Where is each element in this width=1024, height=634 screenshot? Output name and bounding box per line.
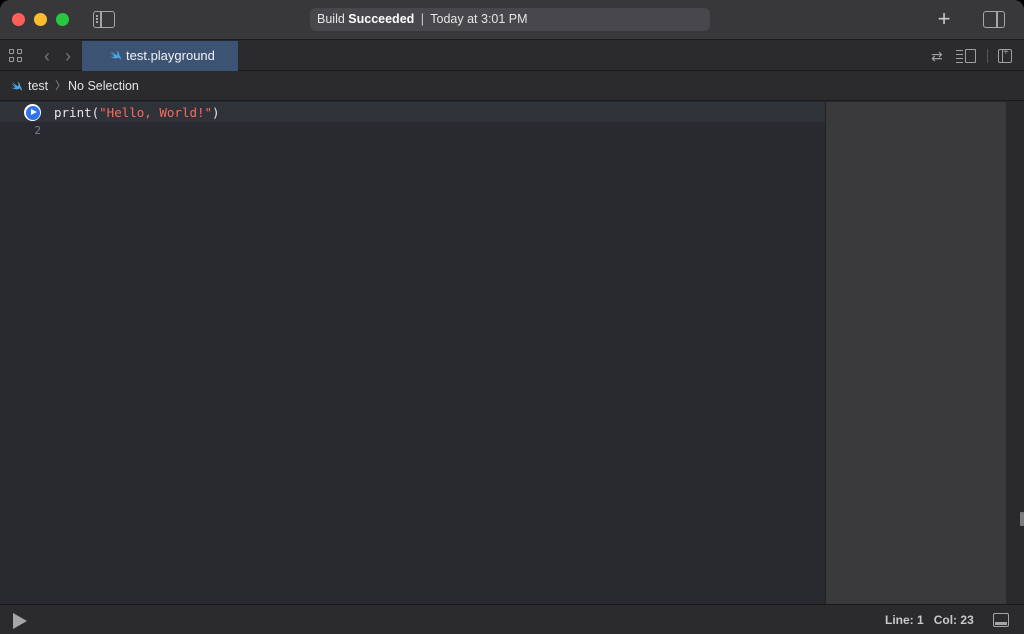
swap-editors-icon[interactable]: ⇄ — [931, 48, 943, 64]
cursor-position: Line: 1 Col: 23 — [885, 605, 974, 634]
related-items-grid-icon[interactable] — [9, 49, 23, 63]
inspector-toggle-icon[interactable] — [983, 11, 1005, 28]
debug-bar: Line: 1 Col: 23 — [0, 604, 1024, 634]
tab-test-playground[interactable]: test.playground — [82, 41, 238, 71]
zoom-window-button[interactable] — [56, 13, 69, 26]
line-value: 1 — [917, 613, 924, 627]
tab-label: test.playground — [126, 48, 215, 63]
build-time: Today at 3:01 PM — [430, 12, 528, 26]
line-label: Line: — [885, 613, 914, 627]
run-playground-icon[interactable] — [13, 613, 27, 629]
editor-scrollbar[interactable] — [1006, 102, 1024, 604]
toolbar-divider — [987, 49, 988, 63]
build-status: Succeeded — [348, 12, 415, 26]
xcode-window: Build Succeeded | Today at 3:01 PM + ‹ ›… — [0, 0, 1024, 634]
editor-options-icon[interactable] — [956, 48, 978, 64]
navigator-toggle-icon[interactable] — [93, 11, 115, 28]
results-sidebar — [825, 102, 1006, 604]
code-string-literal: "Hello, World!" — [99, 105, 213, 120]
code-close-paren: ) — [212, 105, 220, 120]
jump-bar: test 〉 No Selection — [0, 72, 1024, 101]
close-window-button[interactable] — [12, 13, 25, 26]
activity-separator: | — [420, 12, 425, 26]
console-toggle-icon[interactable] — [993, 613, 1009, 627]
code-function: print( — [54, 105, 100, 120]
add-editor-icon[interactable] — [998, 47, 1012, 63]
swift-project-icon — [11, 81, 22, 92]
breadcrumb-selection[interactable]: No Selection — [68, 72, 139, 101]
col-value: 23 — [960, 613, 974, 627]
minimize-window-button[interactable] — [34, 13, 47, 26]
breadcrumb-project[interactable]: test — [28, 72, 48, 101]
source-editor[interactable]: 2 print("Hello, World!") — [0, 102, 825, 604]
run-line-button[interactable] — [24, 104, 41, 121]
line-number: 2 — [34, 124, 41, 137]
add-library-icon[interactable]: + — [934, 8, 954, 30]
code-line[interactable]: print("Hello, World!") — [54, 105, 220, 120]
activity-view: Build Succeeded | Today at 3:01 PM — [310, 8, 710, 31]
title-bar: Build Succeeded | Today at 3:01 PM + — [0, 0, 1024, 40]
breadcrumb-chevron-icon: 〉 — [55, 80, 66, 92]
col-label: Col: — [933, 613, 958, 627]
activity-prefix: Build — [317, 12, 345, 26]
scroll-indicator[interactable] — [1020, 512, 1024, 526]
tab-bar: ‹ › test.playground ⇄ — [0, 41, 1024, 71]
go-forward-icon[interactable]: › — [61, 47, 75, 65]
swift-file-icon — [110, 50, 121, 61]
go-back-icon[interactable]: ‹ — [40, 47, 54, 65]
